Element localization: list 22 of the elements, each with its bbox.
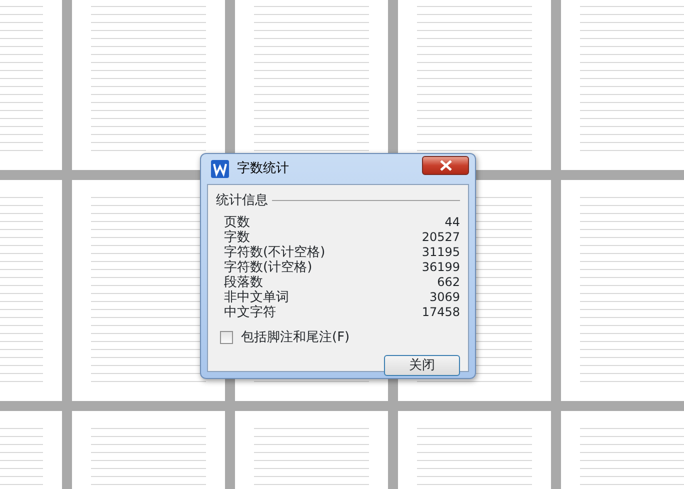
stat-label: 字符数(计空格) [224, 260, 312, 274]
stat-value: 44 [444, 214, 460, 230]
close-icon [438, 160, 452, 170]
section-title: 统计信息 [216, 192, 268, 210]
checkbox-label: 包括脚注和尾注(F) [241, 328, 350, 346]
stat-label: 非中文单词 [224, 290, 289, 304]
app-logo-icon [211, 160, 229, 178]
stat-label: 段落数 [224, 274, 263, 290]
checkbox[interactable] [220, 330, 233, 344]
stat-label: 字符数(不计空格) [224, 244, 326, 260]
stat-label: 页数 [224, 214, 250, 230]
close-button[interactable] [422, 156, 469, 174]
close-dialog-button[interactable]: 关闭 [384, 355, 460, 376]
stat-value: 20527 [422, 230, 460, 244]
stat-value: 3069 [429, 290, 460, 304]
stat-label: 中文字符 [224, 304, 276, 320]
stat-value: 31195 [422, 244, 460, 260]
stat-value: 662 [437, 274, 460, 290]
stat-label: 字数 [224, 230, 250, 244]
dialog-title: 字数统计 [237, 160, 289, 178]
stat-value: 36199 [422, 260, 460, 274]
stat-value: 17458 [422, 304, 460, 320]
